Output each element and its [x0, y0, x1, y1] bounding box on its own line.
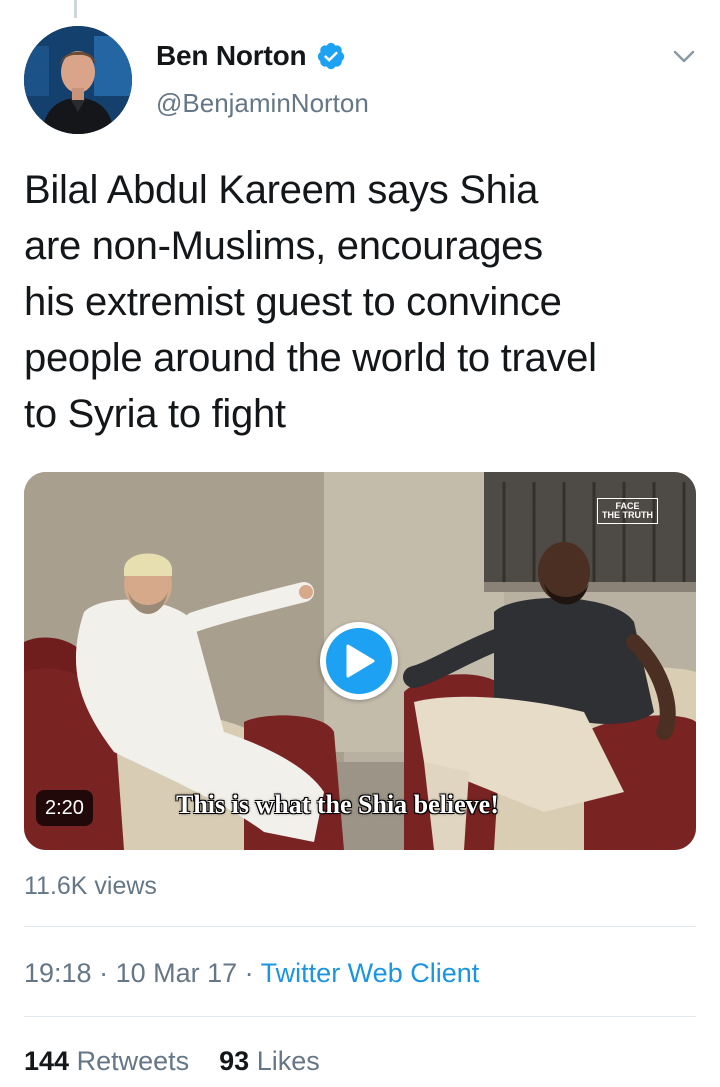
likes-label: Likes	[256, 1046, 320, 1076]
watermark-line-2: THE TRUTH	[602, 510, 653, 520]
tweet-author[interactable]: Ben Norton @BenjaminNorton	[156, 36, 369, 119]
tweet-time[interactable]: 19:18	[24, 958, 92, 988]
author-name-row: Ben Norton	[156, 36, 369, 76]
tweet-source-link[interactable]: Twitter Web Client	[261, 958, 480, 988]
thread-connector-line	[74, 0, 77, 18]
retweets-stat[interactable]: 144 Retweets	[24, 1046, 189, 1076]
video-player[interactable]: FACE THE TRUTH 2:20 This is what the Shi…	[24, 472, 696, 850]
verified-badge-icon	[318, 42, 345, 70]
more-options-button[interactable]	[670, 42, 698, 70]
likes-stat[interactable]: 93 Likes	[219, 1046, 320, 1076]
chevron-down-icon	[673, 50, 695, 63]
retweets-count: 144	[24, 1046, 70, 1076]
video-duration-badge: 2:20	[36, 790, 93, 826]
play-icon	[346, 644, 375, 678]
tweet-date[interactable]: 10 Mar 17	[116, 958, 238, 988]
author-name[interactable]: Ben Norton	[156, 40, 307, 72]
retweets-label: Retweets	[76, 1046, 190, 1076]
video-caption: This is what the Shia believe!	[176, 790, 499, 819]
engagement-stats: 144 Retweets 93 Likes	[24, 1046, 320, 1077]
likes-count: 93	[219, 1046, 250, 1076]
divider-top	[24, 926, 696, 927]
meta-separator-2: ·	[237, 958, 261, 988]
meta-separator-1: ·	[91, 958, 116, 988]
video-watermark: FACE THE TRUTH	[597, 498, 658, 524]
tweet-timestamp-row: 19:18 · 10 Mar 17 · Twitter Web Client	[24, 958, 479, 989]
view-count: 11.6K views	[24, 872, 157, 900]
avatar[interactable]	[24, 26, 132, 134]
play-button[interactable]	[320, 622, 398, 700]
tweet-text: Bilal Abdul Kareem says Shia are non-Mus…	[24, 168, 597, 436]
avatar-image	[24, 26, 132, 134]
author-handle[interactable]: @BenjaminNorton	[156, 88, 369, 119]
divider-bottom	[24, 1016, 696, 1017]
